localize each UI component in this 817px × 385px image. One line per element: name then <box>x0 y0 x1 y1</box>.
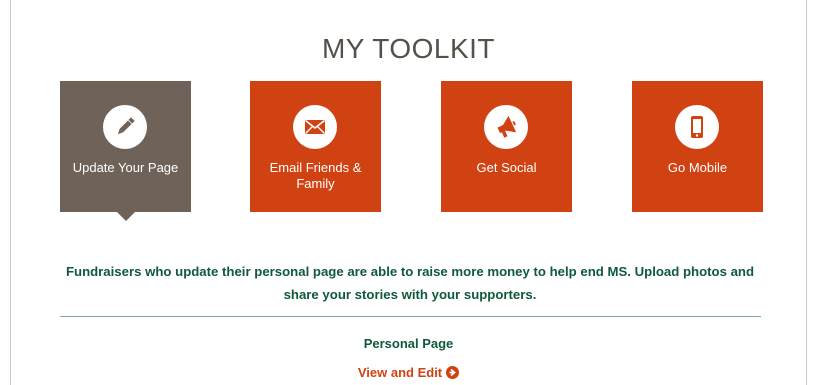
icon-circle <box>103 105 147 149</box>
tile-email-friends-family[interactable]: Email Friends & Family <box>250 81 381 212</box>
envelope-icon <box>305 119 325 134</box>
tile-label: Update Your Page <box>72 160 179 175</box>
arrow-circle-right-icon <box>446 366 460 379</box>
pencil-icon <box>117 117 135 135</box>
icon-circle <box>484 105 528 149</box>
icon-circle <box>293 105 337 149</box>
tile-update-your-page[interactable]: Update Your Page <box>60 81 191 221</box>
tile-label: Email Friends & Family <box>269 160 362 191</box>
view-and-edit-label: View and Edit <box>357 365 443 380</box>
divider <box>60 316 761 317</box>
tile-get-social[interactable]: Get Social <box>441 81 572 212</box>
section-label: Personal Page <box>363 336 454 351</box>
icon-circle <box>675 105 719 149</box>
tile-description: Fundraisers who update their personal pa… <box>65 264 755 302</box>
view-and-edit-link[interactable]: View and Edit <box>0 365 817 380</box>
tile-go-mobile[interactable]: Go Mobile <box>632 81 763 212</box>
smartphone-icon <box>691 116 703 138</box>
tile-label: Go Mobile <box>667 160 728 175</box>
megaphone-icon <box>497 115 517 138</box>
tile-label: Get Social <box>476 160 537 175</box>
page-title: MY TOOLKIT <box>321 33 496 64</box>
